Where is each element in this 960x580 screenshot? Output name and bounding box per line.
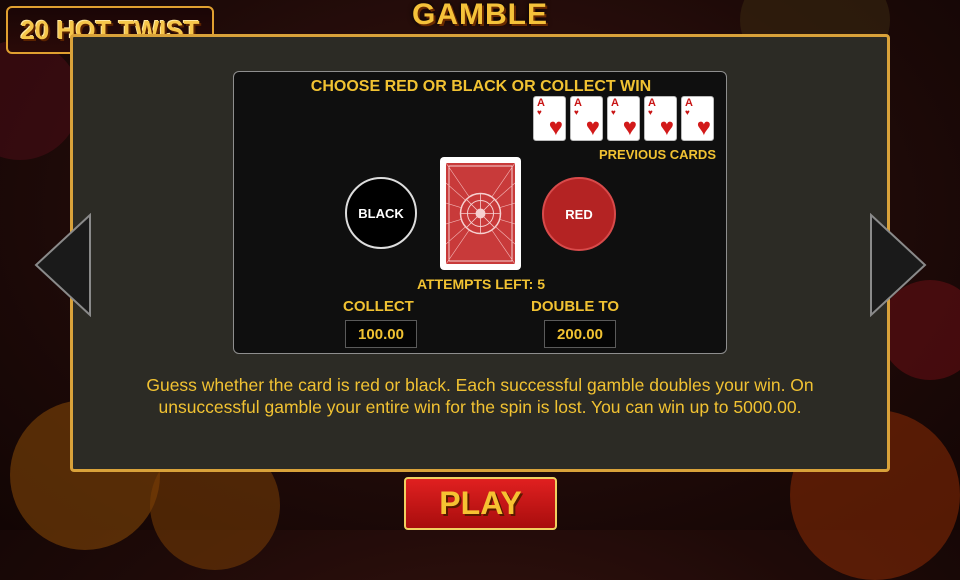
card-back-pattern bbox=[445, 162, 516, 265]
heart-icon: ♥ bbox=[696, 114, 711, 141]
collect-button[interactable]: 100.00 bbox=[345, 320, 417, 348]
chevron-left-icon bbox=[34, 212, 91, 318]
gamble-description: Guess whether the card is red or black. … bbox=[146, 375, 814, 417]
background-fruit bbox=[0, 40, 80, 160]
previous-card: A ♥ ♥ bbox=[607, 96, 640, 141]
collect-label: COLLECT bbox=[343, 298, 414, 315]
heart-icon: ♥ bbox=[585, 114, 600, 141]
previous-card: A ♥ ♥ bbox=[644, 96, 677, 141]
heart-icon: ♥ bbox=[622, 114, 637, 141]
previous-cards-label: PREVIOUS CARDS bbox=[598, 147, 716, 162]
double-to-value: 200.00 bbox=[544, 320, 616, 348]
chevron-right-icon bbox=[870, 212, 927, 318]
heart-icon: ♥ bbox=[659, 114, 674, 141]
previous-cards: A ♥ ♥ A ♥ ♥ A ♥ ♥ A ♥ ♥ A ♥ ♥ bbox=[533, 96, 714, 141]
page-title: GAMBLE bbox=[412, 0, 548, 31]
face-down-card bbox=[440, 157, 521, 270]
play-button[interactable]: PLAY bbox=[404, 477, 557, 530]
gamble-instruction: CHOOSE RED OR BLACK OR COLLECT WIN bbox=[310, 78, 652, 95]
previous-page-arrow[interactable] bbox=[34, 212, 92, 318]
next-page-arrow[interactable] bbox=[869, 212, 927, 318]
attempts-left: ATTEMPTS LEFT: 5 bbox=[416, 276, 546, 292]
previous-card: A ♥ ♥ bbox=[681, 96, 714, 141]
heart-icon: ♥ bbox=[548, 114, 563, 141]
black-button[interactable]: BLACK bbox=[345, 177, 417, 249]
previous-card: A ♥ ♥ bbox=[533, 96, 566, 141]
previous-card: A ♥ ♥ bbox=[570, 96, 603, 141]
double-to-label: DOUBLE TO bbox=[531, 298, 620, 315]
gamble-area: CHOOSE RED OR BLACK OR COLLECT WIN A ♥ ♥ A… bbox=[233, 71, 727, 354]
red-button[interactable]: RED bbox=[542, 177, 616, 251]
